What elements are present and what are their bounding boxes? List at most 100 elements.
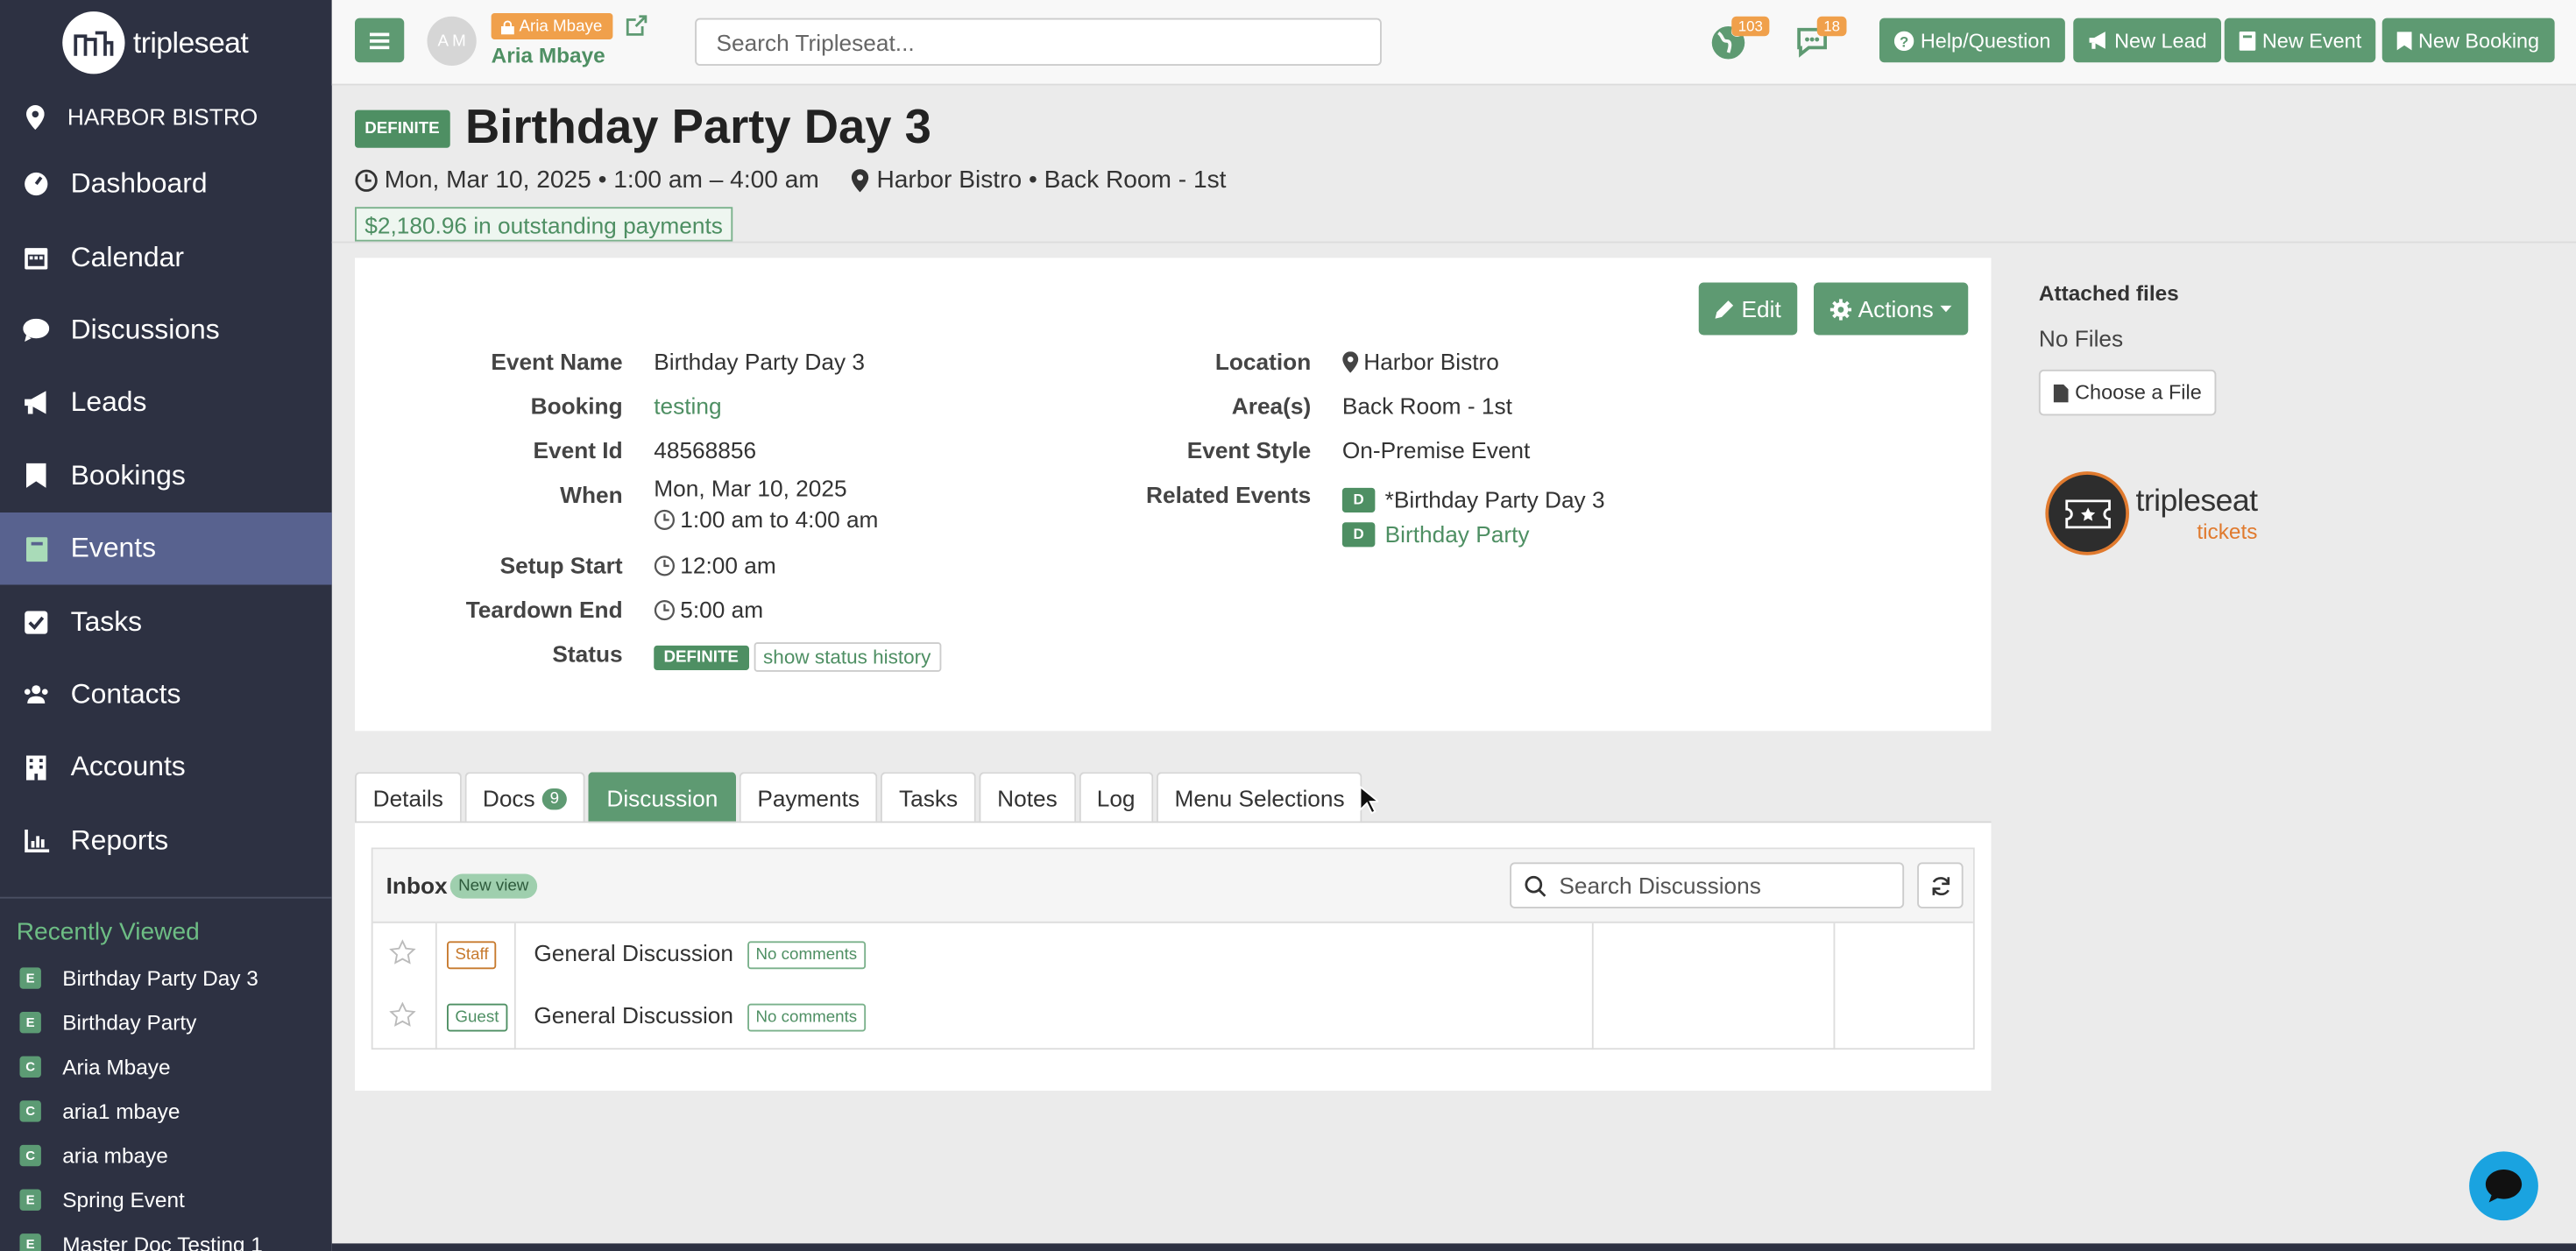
logo[interactable]: tripleseat — [0, 0, 332, 86]
clock-icon — [355, 168, 378, 191]
tripleseat-tickets-logo[interactable]: tripleseat tickets — [2045, 471, 2258, 555]
status-value: DEFINITE show status history — [654, 642, 941, 672]
globe-notifications[interactable]: 103 — [1709, 16, 1770, 67]
tab-tasks[interactable]: Tasks — [881, 772, 976, 823]
sidebar-item-label: Dashboard — [70, 167, 208, 200]
tab-payments[interactable]: Payments — [739, 772, 878, 823]
help-button[interactable]: ? Help/Question — [1879, 18, 2066, 63]
event-name-label: Event Name — [491, 348, 623, 375]
when-time-value: 1:00 am to 4:00 am — [654, 506, 878, 533]
sidebar-item-leads[interactable]: Leads — [0, 366, 332, 439]
booking-link[interactable]: testing — [654, 392, 721, 419]
checkbox-icon — [23, 609, 49, 635]
sidebar-item-reports[interactable]: Reports — [0, 804, 332, 877]
help-button-label: Help/Question — [1920, 28, 2051, 53]
recent-item[interactable]: Caria1 mbaye — [0, 1089, 332, 1134]
event-datetime: Mon, Mar 10, 2025 • 1:00 am – 4:00 am — [384, 166, 819, 194]
event-style-value: On-Premise Event — [1341, 436, 1531, 463]
chat-bubble-icon — [2485, 1170, 2523, 1203]
related-event-link[interactable]: D Birthday Party — [1341, 520, 1530, 547]
tab-label: Discussion — [606, 785, 718, 812]
discussion-search-input[interactable]: Search Discussions — [1510, 862, 1905, 908]
table-row[interactable]: Guest General Discussion No comments — [373, 986, 1973, 1048]
recent-item[interactable]: Caria mbaye — [0, 1134, 332, 1178]
app-root: tripleseat HARBOR BISTRO Dashboard Calen… — [0, 0, 2576, 1251]
no-files-text: No Files — [2038, 325, 2124, 352]
star-icon[interactable] — [389, 939, 416, 966]
chat-notifications[interactable]: 18 — [1794, 16, 1847, 64]
tab-menu-selections[interactable]: Menu Selections — [1156, 772, 1363, 823]
recent-item-label: aria mbaye — [62, 1142, 168, 1168]
tab-log[interactable]: Log — [1079, 772, 1154, 823]
discussion-title[interactable]: General Discussion — [534, 940, 733, 966]
chat-icon — [23, 317, 50, 343]
discussion-list-header: Inbox New view Search Discussions — [372, 849, 1973, 923]
new-booking-button[interactable]: New Booking — [2381, 18, 2554, 63]
docs-count-badge: 9 — [541, 788, 568, 809]
venue-selector[interactable]: HARBOR BISTRO — [0, 86, 332, 148]
map-pin-icon — [26, 104, 45, 130]
recently-viewed-title: Recently Viewed — [16, 917, 200, 946]
new-event-button[interactable]: New Event — [2224, 18, 2377, 63]
recent-item[interactable]: E Master Doc Testing 1 — [0, 1222, 332, 1251]
sidebar-item-label: Events — [70, 532, 157, 564]
venue-name: HARBOR BISTRO — [67, 103, 258, 131]
tab-label: Notes — [997, 785, 1058, 812]
star-icon[interactable] — [389, 1001, 416, 1028]
recent-item[interactable]: E Birthday Party Day 3 — [0, 956, 332, 1000]
recent-item-label: Aria Mbaye — [62, 1054, 171, 1079]
edit-button[interactable]: Edit — [1698, 282, 1798, 336]
map-pin-icon — [1342, 350, 1359, 372]
outstanding-payments-link[interactable]: $2,180.96 in outstanding payments — [355, 207, 733, 242]
tab-docs[interactable]: Docs 9 — [464, 772, 585, 823]
owner-badge[interactable]: Aria Mbaye — [491, 13, 612, 39]
recent-item[interactable]: E Birthday Party — [0, 1000, 332, 1045]
sidebar-item-tasks[interactable]: Tasks — [0, 585, 332, 658]
new-lead-button[interactable]: New Lead — [2073, 18, 2222, 63]
clock-icon — [654, 599, 676, 620]
tab-discussion[interactable]: Discussion — [588, 772, 736, 823]
tab-notes[interactable]: Notes — [979, 772, 1076, 823]
sidebar-item-bookings[interactable]: Bookings — [0, 440, 332, 512]
table-row[interactable]: Staff General Discussion No comments — [373, 923, 1973, 986]
actions-dropdown[interactable]: Actions — [1814, 282, 1969, 336]
sidebar-item-label: Reports — [70, 823, 169, 856]
bookmark-icon — [23, 463, 49, 489]
global-search-input[interactable] — [695, 18, 1382, 66]
hamburger-icon — [369, 32, 390, 49]
recent-item[interactable]: E Spring Event — [0, 1177, 332, 1222]
choose-file-button[interactable]: Choose a File — [2038, 369, 2217, 416]
show-status-history-button[interactable]: show status history — [753, 642, 941, 672]
sidebar-nav: Dashboard Calendar Discussions Leads Boo… — [0, 148, 332, 877]
discussion-title[interactable]: General Discussion — [534, 1002, 733, 1028]
role-badge: Guest — [447, 1003, 507, 1032]
status-badge: DEFINITE — [355, 110, 449, 148]
sidebar-item-calendar[interactable]: Calendar — [0, 221, 332, 293]
sidebar-item-dashboard[interactable]: Dashboard — [0, 148, 332, 221]
chat-widget-button[interactable] — [2469, 1151, 2538, 1221]
sidebar-item-contacts[interactable]: Contacts — [0, 658, 332, 731]
event-style-label: Event Style — [1186, 436, 1312, 463]
sidebar-item-discussions[interactable]: Discussions — [0, 293, 332, 366]
status-badge: DEFINITE — [654, 644, 749, 670]
tab-details[interactable]: Details — [355, 772, 462, 823]
recent-item[interactable]: C Aria Mbaye — [0, 1044, 332, 1089]
owner-name-link[interactable]: Aria Mbaye — [492, 43, 605, 67]
location-value: Harbor Bistro — [1342, 349, 1499, 375]
sidebar-item-label: Discussions — [70, 314, 220, 345]
refresh-button[interactable] — [1917, 862, 1964, 908]
avatar[interactable]: A M — [427, 16, 477, 66]
megaphone-icon — [23, 390, 49, 416]
event-location-line: Harbor Bistro • Back Room - 1st — [876, 166, 1227, 194]
sidebar-item-accounts[interactable]: Accounts — [0, 732, 332, 804]
new-lead-button-label: New Lead — [2114, 28, 2207, 53]
when-label: When — [560, 481, 623, 508]
menu-toggle-button[interactable] — [355, 18, 405, 63]
external-link-icon[interactable] — [626, 15, 648, 36]
new-view-toggle[interactable]: New view — [449, 873, 537, 899]
location-text: Harbor Bistro — [1363, 348, 1499, 375]
sidebar-item-events[interactable]: Events — [0, 512, 332, 586]
tab-label: Payments — [757, 785, 860, 812]
recent-item-label: Master Doc Testing 1 — [62, 1232, 263, 1251]
gear-icon — [1829, 298, 1852, 320]
